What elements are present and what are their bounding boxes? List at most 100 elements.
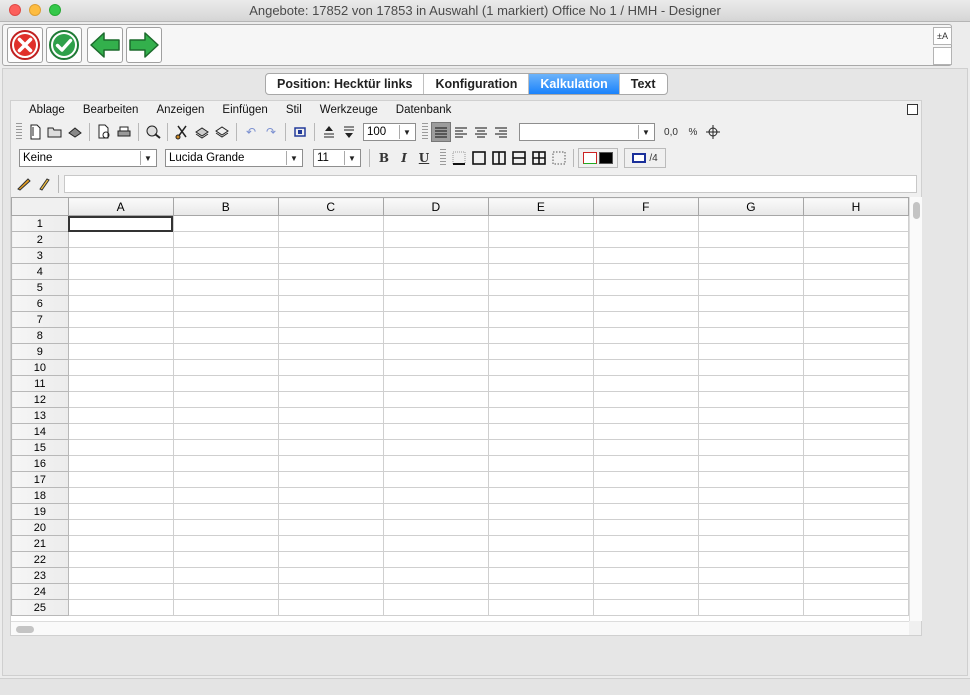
panel-detach-icon[interactable] [907,104,918,115]
cell[interactable] [67,327,174,344]
cell[interactable] [592,311,699,328]
cell[interactable] [67,215,174,232]
cell[interactable] [592,487,699,504]
cell[interactable] [592,391,699,408]
cell[interactable] [277,439,384,456]
cell[interactable] [277,583,384,600]
border-all-icon[interactable] [529,148,549,168]
cell[interactable] [592,231,699,248]
cell[interactable] [697,567,804,584]
cell[interactable] [592,327,699,344]
cell[interactable] [277,343,384,360]
cell[interactable] [697,279,804,296]
cell[interactable] [802,359,909,376]
cell[interactable] [382,295,489,312]
cell[interactable] [67,343,174,360]
cell[interactable] [382,439,489,456]
cell[interactable] [277,279,384,296]
cell[interactable] [487,327,594,344]
cell[interactable] [592,519,699,536]
cell[interactable] [382,231,489,248]
forward-button[interactable] [126,27,162,63]
cell[interactable] [67,599,174,616]
cell[interactable] [172,423,279,440]
cell[interactable] [67,439,174,456]
row-header[interactable]: 1 [11,215,69,232]
font-size-toggle-icon[interactable]: ±A [933,27,952,45]
cell[interactable] [172,487,279,504]
column-header[interactable]: G [697,197,804,216]
row-header[interactable]: 7 [11,311,69,328]
cell[interactable] [802,503,909,520]
row-header[interactable]: 10 [11,359,69,376]
formula-input[interactable] [64,175,917,193]
row-header[interactable]: 2 [11,231,69,248]
cell[interactable] [697,343,804,360]
row-header[interactable]: 17 [11,471,69,488]
border-outline-icon[interactable] [469,148,489,168]
currency-format-icon[interactable] [703,122,723,142]
cell[interactable] [277,327,384,344]
cell[interactable] [277,567,384,584]
row-header[interactable]: 5 [11,279,69,296]
cell[interactable] [802,295,909,312]
row-header[interactable]: 22 [11,551,69,568]
vertical-scrollbar[interactable] [909,197,922,621]
cell[interactable] [487,247,594,264]
border-bottom-icon[interactable] [449,148,469,168]
number-format-select[interactable]: ▼ [519,123,655,141]
cell[interactable] [592,423,699,440]
cell[interactable] [277,535,384,552]
cell[interactable] [382,263,489,280]
cell[interactable] [67,487,174,504]
cell[interactable] [277,391,384,408]
column-header[interactable]: H [802,197,909,216]
cell[interactable] [172,599,279,616]
column-header[interactable]: F [592,197,699,216]
cell[interactable] [592,551,699,568]
sort-ascending-icon[interactable] [319,122,339,142]
tab-text[interactable]: Text [620,74,667,94]
cell[interactable] [172,455,279,472]
cell[interactable] [382,359,489,376]
menu-anzeigen[interactable]: Anzeigen [147,101,213,119]
menu-datenbank[interactable]: Datenbank [387,101,461,119]
row-header[interactable]: 23 [11,567,69,584]
cell[interactable] [697,375,804,392]
percent-format-button[interactable]: % [683,122,703,142]
cell[interactable] [487,455,594,472]
cell[interactable] [592,455,699,472]
row-header[interactable]: 12 [11,391,69,408]
window-minimize-button[interactable] [29,4,41,16]
cell[interactable] [382,599,489,616]
cell[interactable] [697,487,804,504]
cell[interactable] [67,423,174,440]
cell[interactable] [172,519,279,536]
cut-icon[interactable] [172,122,192,142]
italic-button[interactable]: I [394,148,414,168]
cell[interactable] [277,311,384,328]
cell[interactable] [172,567,279,584]
border-none-icon[interactable] [549,148,569,168]
cell[interactable] [67,583,174,600]
cell[interactable] [172,503,279,520]
cell[interactable] [592,439,699,456]
cell[interactable] [487,279,594,296]
cell[interactable] [277,423,384,440]
row-header[interactable]: 16 [11,455,69,472]
row-header[interactable]: 21 [11,535,69,552]
align-right-icon[interactable] [491,122,511,142]
row-header[interactable]: 14 [11,423,69,440]
cell[interactable] [487,263,594,280]
align-center-icon[interactable] [471,122,491,142]
cell[interactable] [67,375,174,392]
menu-werkzeuge[interactable]: Werkzeuge [311,101,387,119]
cell[interactable] [382,391,489,408]
undo-icon[interactable]: ↶ [241,122,261,142]
cell[interactable] [382,423,489,440]
border-width-button[interactable]: /4 [624,148,666,168]
window-zoom-button[interactable] [49,4,61,16]
fit-selection-icon[interactable] [290,122,310,142]
cell[interactable] [802,311,909,328]
row-header[interactable]: 18 [11,487,69,504]
